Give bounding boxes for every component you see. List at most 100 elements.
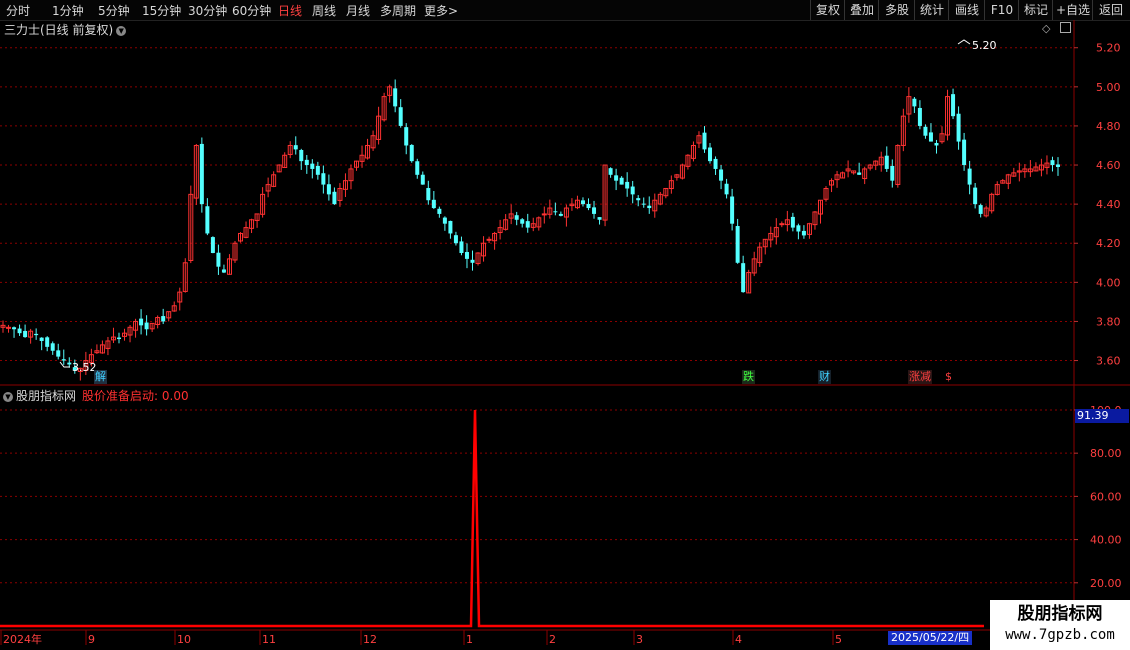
- low-price-marker: 3.52: [72, 361, 97, 374]
- candle-body: [34, 333, 39, 336]
- candle-body: [464, 252, 469, 259]
- candle-body: [23, 330, 28, 338]
- candle-body: [978, 205, 983, 214]
- price-tick-label: 4.20: [1096, 237, 1121, 250]
- price-tick-label: 5.00: [1096, 81, 1121, 94]
- indicator-header: ▼ 股朋指标网 股价准备启动: 0.00: [3, 387, 189, 404]
- candle-body: [404, 127, 409, 146]
- chevron-down-icon[interactable]: ▼: [3, 391, 13, 402]
- candle-body: [321, 173, 326, 185]
- candle-body: [453, 235, 458, 244]
- indicator-tick-label: 20.00: [1090, 577, 1122, 590]
- time-axis-label: 2024年: [3, 632, 42, 646]
- indicator-tick-label: 80.00: [1090, 447, 1122, 460]
- candle-body: [12, 327, 17, 330]
- indicator-name: 股朋指标网: [16, 389, 77, 403]
- candle-body: [293, 145, 298, 150]
- watermark: 股朋指标网 www.7gpzb.com: [990, 600, 1130, 650]
- candle-body: [420, 174, 425, 185]
- price-tick-label: 5.20: [1096, 42, 1121, 55]
- signal-jie: 解: [94, 370, 107, 384]
- candle-body: [393, 88, 398, 107]
- candle-body: [779, 223, 785, 226]
- candle-body: [580, 200, 585, 205]
- candle-body: [448, 220, 453, 234]
- candle-body: [719, 169, 724, 181]
- indicator-formula: 股价准备启动: 0.00: [82, 389, 189, 403]
- time-axis-label: 10: [177, 633, 191, 646]
- candle-body: [304, 159, 309, 166]
- candle-body: [558, 213, 563, 216]
- candle-body: [199, 143, 204, 205]
- candle-body: [415, 161, 420, 175]
- time-axis-label: 9: [88, 633, 95, 646]
- candle-body: [1056, 164, 1060, 167]
- signal-die: 跌: [742, 370, 755, 384]
- candle-body: [647, 205, 652, 209]
- candle-body: [713, 158, 718, 169]
- watermark-title: 股朋指标网: [1017, 604, 1103, 624]
- candle-body: [724, 183, 729, 195]
- candle-body: [459, 241, 464, 254]
- candle-body: [216, 252, 221, 267]
- candle-body: [608, 168, 613, 175]
- signal-line: [0, 409, 984, 628]
- candle-body: [619, 177, 624, 185]
- candle-body: [702, 132, 707, 150]
- candle-body: [956, 113, 961, 142]
- candle-body: [586, 203, 591, 209]
- candle-body: [45, 337, 50, 347]
- candle-body: [735, 226, 740, 263]
- candle-body: [796, 225, 801, 232]
- candle-body: [315, 165, 320, 175]
- candle-body: [431, 199, 436, 209]
- candle-body: [614, 175, 619, 181]
- candle-body: [470, 259, 475, 263]
- candle-body: [597, 217, 602, 220]
- candle-body: [409, 144, 414, 162]
- signal-zhangjian: 涨减: [908, 370, 932, 384]
- signal-dollar: $: [945, 370, 952, 383]
- signal-cai: 财: [818, 370, 831, 384]
- candle-body: [56, 350, 61, 357]
- time-axis-label: 4: [735, 633, 742, 646]
- time-axis-label: 11: [262, 633, 276, 646]
- candle-body: [525, 221, 530, 228]
- price-tick-label: 3.60: [1096, 355, 1121, 368]
- candle-body: [592, 207, 597, 214]
- candle-body: [310, 163, 315, 169]
- indicator-current-value: 91.39: [1075, 409, 1129, 423]
- indicator-tick-label: 40.00: [1090, 534, 1122, 547]
- candle-body: [553, 211, 558, 213]
- candle-body: [741, 263, 746, 293]
- candle-body: [426, 188, 431, 201]
- high-marker-line: [957, 39, 971, 45]
- candle-body: [514, 215, 519, 220]
- candle-body: [221, 269, 226, 273]
- candle-body: [641, 203, 646, 205]
- candle-body: [210, 237, 215, 254]
- price-tick-label: 4.80: [1096, 120, 1121, 133]
- candle-body: [50, 343, 55, 351]
- candle-body: [928, 132, 933, 142]
- candle-body: [1050, 160, 1055, 166]
- candle-body: [708, 147, 713, 162]
- candle-body: [730, 196, 735, 224]
- candle-body: [39, 337, 44, 341]
- candle-body: [912, 98, 917, 107]
- candle-body: [934, 143, 939, 146]
- candle-body: [625, 181, 630, 189]
- candle-body: [917, 107, 922, 126]
- candle-body: [951, 94, 956, 117]
- candle-body: [437, 208, 442, 214]
- price-chart[interactable]: 5.20 5.00 4.80 4.60 4.40 4.20 4.00 3.80 3.60 10 0.…: [0, 0, 1130, 650]
- candle-body: [857, 172, 862, 175]
- candle-body: [205, 206, 210, 234]
- candle-body: [636, 198, 641, 201]
- candle-body: [630, 186, 635, 195]
- candle-body: [520, 219, 525, 224]
- candle-body: [116, 337, 121, 340]
- cursor-date: 2025/05/22/四: [888, 631, 973, 645]
- candle-body: [486, 238, 492, 241]
- time-axis-label: 1: [466, 633, 473, 646]
